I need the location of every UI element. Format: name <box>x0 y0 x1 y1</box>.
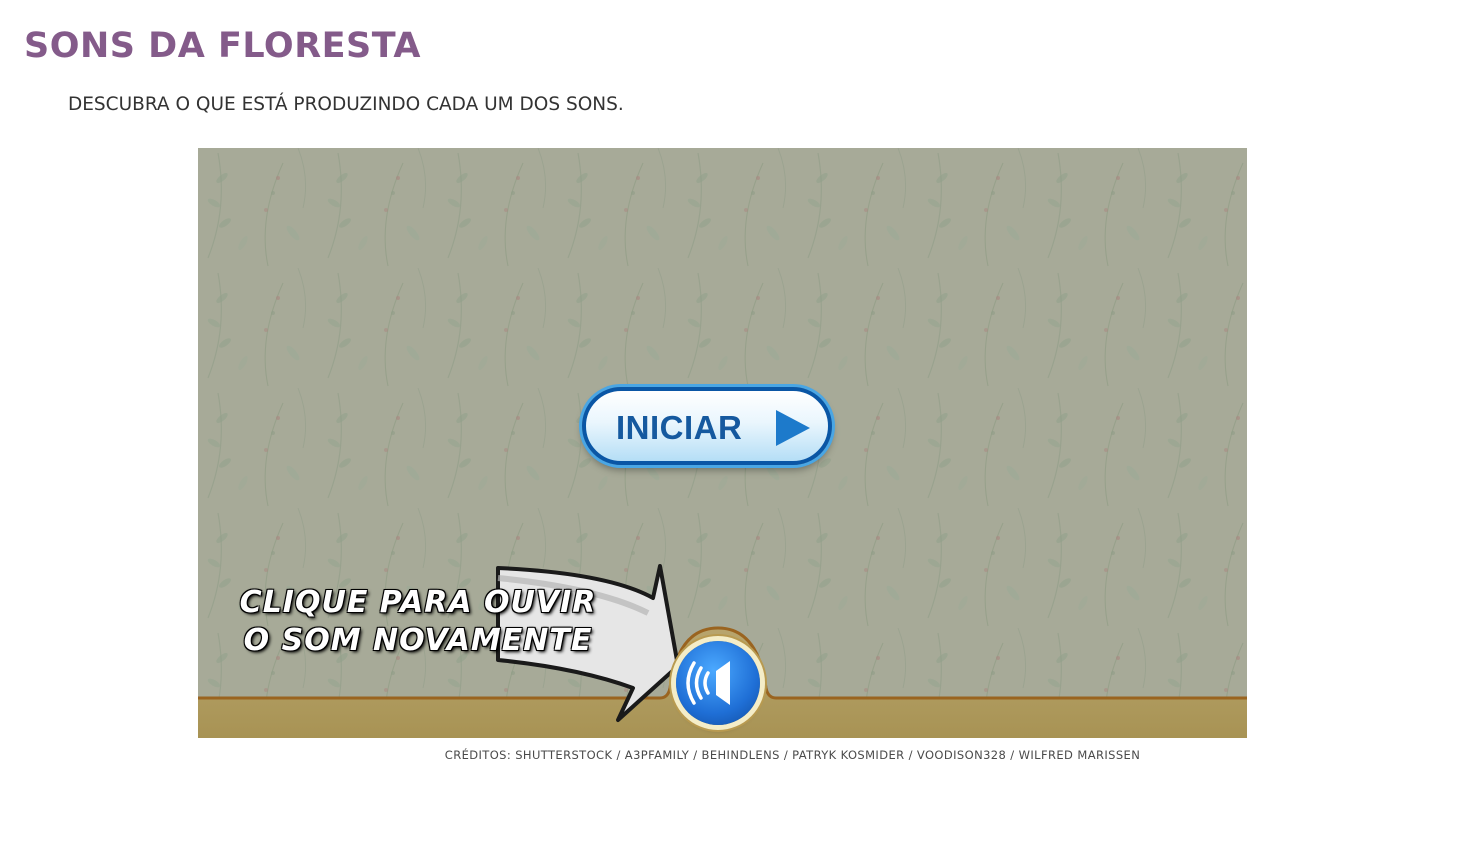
replay-sound-button[interactable] <box>676 641 760 725</box>
replay-hint-line1: CLIQUE PARA OUVIR <box>239 585 597 620</box>
credits-text: CRÉDITOS: SHUTTERSTOCK / A3PFAMILY / BEH… <box>444 748 1141 762</box>
page-title: SONS DA FLORESTA <box>24 26 421 66</box>
start-button[interactable]: INICIAR <box>582 387 832 465</box>
page: SONS DA FLORESTA DESCUBRA O QUE ESTÁ PRO… <box>0 0 1460 850</box>
game-area[interactable]: INICIAR CLIQUE PARA OUVIR O SOM NOVAMENT… <box>198 148 1247 738</box>
replay-hint-line2: O SOM NOVAMENTE <box>243 623 593 658</box>
replay-hint: CLIQUE PARA OUVIR O SOM NOVAMENTE <box>238 584 598 660</box>
start-button-label: INICIAR <box>616 409 743 446</box>
speaker-icon <box>686 661 730 705</box>
play-icon <box>776 410 810 446</box>
page-subtitle: DESCUBRA O QUE ESTÁ PRODUZINDO CADA UM D… <box>68 94 624 115</box>
